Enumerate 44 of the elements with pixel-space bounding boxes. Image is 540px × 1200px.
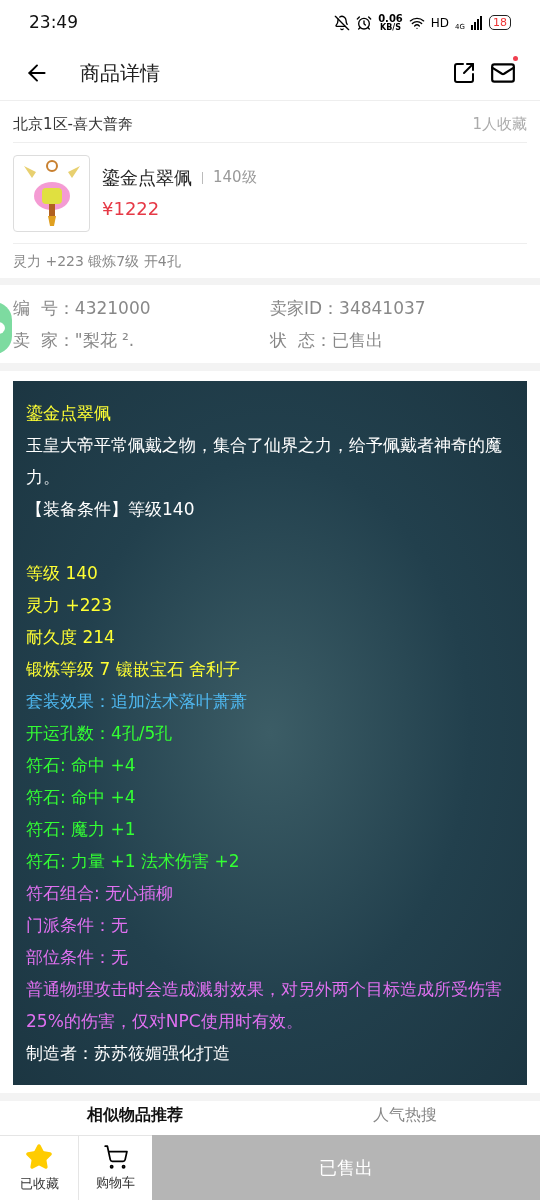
signal-icon [471,15,483,30]
description-line: 符石: 命中 +4 [26,786,137,809]
hd-label: HD [430,14,450,32]
alarm-icon [356,14,373,31]
description-line: 耐久度 214 [26,626,116,649]
item-name: 鎏金点翠佩 [102,166,192,190]
description-line: 【装备条件】等级140 [26,498,196,521]
description-line: 锻炼等级 7 镶嵌宝石 舍利子 [26,658,242,681]
favorite-button[interactable]: 已收藏 [0,1135,79,1200]
description-line: 符石: 命中 +4 [26,754,137,777]
item-price: ¥1222 [102,197,161,221]
description-line: 门派条件：无 [26,914,129,937]
description-line: 符石: 魔力 +1 [26,818,137,841]
network-speed: 0.06 [378,13,403,24]
favorite-count: 1人收藏 [472,114,527,136]
battery-level: 18 [489,15,511,30]
info-field: 编 号：4321000 [13,295,270,321]
description-line: 符石组合: 无心插柳 [26,882,175,905]
server-name: 北京1区-喜大普奔 [13,114,133,136]
description-line: 灵力 +223 [26,594,114,617]
description-line: 制造者：苏苏筱媚强化打造 [26,1042,231,1065]
description-line: 普通物理攻击时会造成溅射效果，对另外两个目标造成所受伤害25%的伤害，仅对NPC使用时有效。 [26,978,503,1033]
item-summary: 灵力 +223 锻炼7级 开4孔 [13,251,181,271]
description-line: 部位条件：无 [26,946,129,969]
cart-icon [102,1143,129,1170]
recommend-tab[interactable]: 人气热搜 [270,1104,540,1126]
description-line: 符石: 力量 +1 法术伤害 +2 [26,850,241,873]
message-button[interactable] [490,59,516,86]
star-icon [25,1142,53,1171]
item-level: 140级 [213,167,257,189]
description-line: 开运孔数：4孔/5孔 [26,722,174,745]
description-line: 套装效果：追加法术落叶萧萧 [26,690,248,713]
status-time: 23:49 [29,10,78,34]
page-title: 商品详情 [80,59,160,87]
share-button[interactable] [452,60,476,85]
info-field: 卖家ID：34841037 [270,295,527,321]
info-field: 卖 家："梨花 ². [13,327,270,353]
description-line: 玉皇大帝平常佩戴之物，集合了仙界之力，给予佩戴者神奇的魔力。 [26,434,503,489]
speed-unit: KB/S [380,23,401,32]
mute-icon [334,14,351,31]
description-line: 等级 140 [26,562,99,585]
info-field: 状 态：已售出 [270,327,527,353]
description-line: 鎏金点翠佩 [26,402,112,425]
recommend-tab[interactable]: 相似物品推荐 [0,1104,270,1126]
